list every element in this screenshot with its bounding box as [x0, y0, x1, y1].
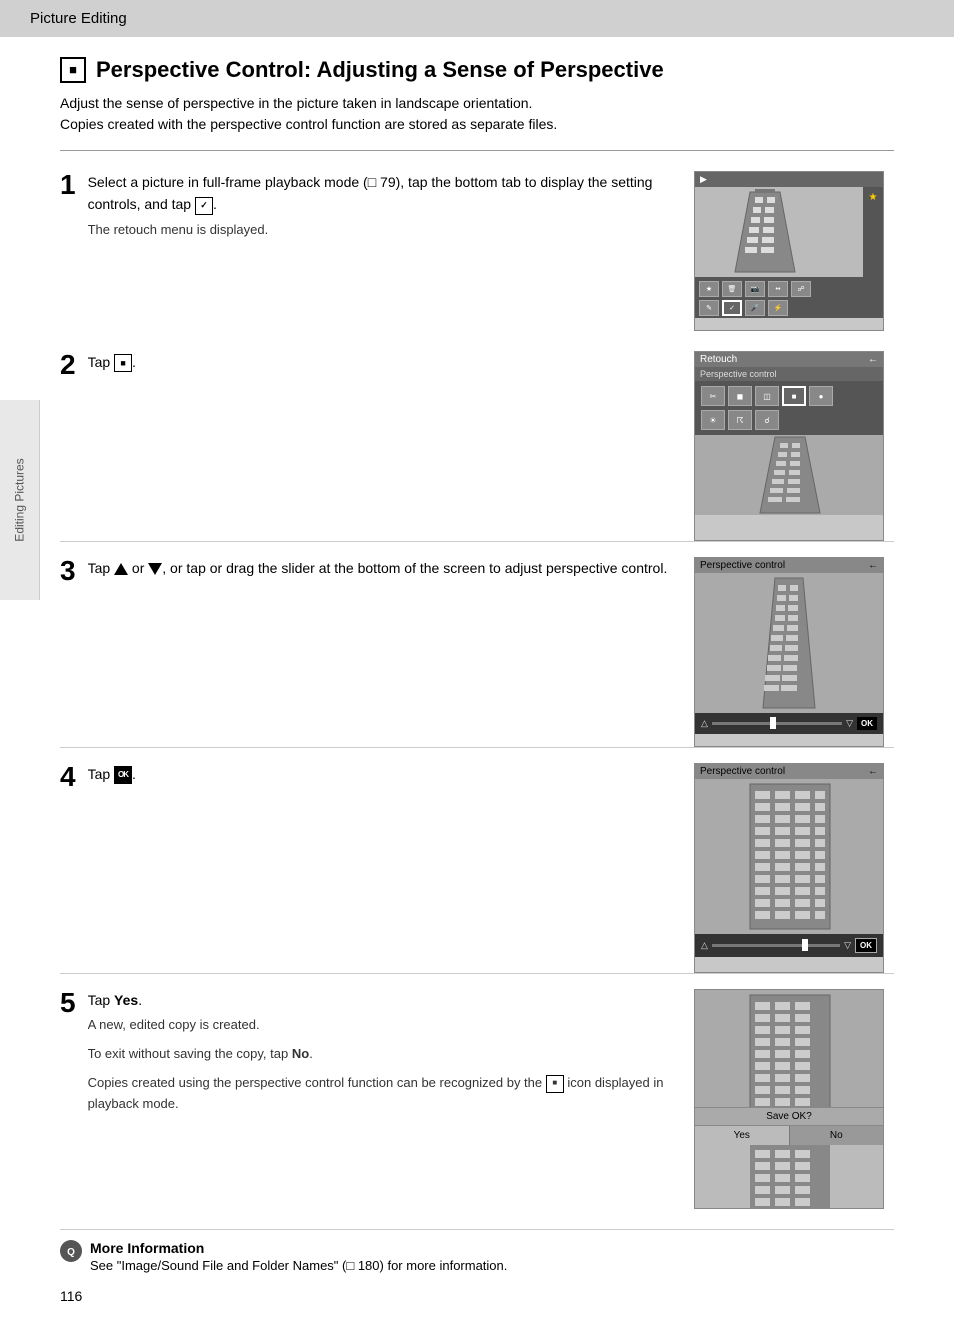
step-4: 4 Tap OK. Perspective control ← — [60, 763, 894, 974]
screen-mock-1: ▶ — [694, 171, 884, 331]
more-info-section: Q More Information See "Image/Sound File… — [60, 1229, 894, 1273]
perspective-icon-inline: ■ — [114, 354, 132, 372]
step-2: 2 Tap ■. Retouch ← Perspective control ✂… — [60, 351, 894, 542]
building-svg-4 — [695, 779, 883, 934]
step-1-content: 1 Select a picture in full-frame playbac… — [60, 171, 674, 241]
step-4-screen: Perspective control ← — [694, 763, 894, 973]
step-3-screen: Perspective control ← — [694, 557, 894, 747]
more-info-title: More Information — [90, 1240, 507, 1256]
page-title: ■ Perspective Control: Adjusting a Sense… — [60, 57, 894, 83]
step-3-content: 3 Tap or , or tap or drag the slider at … — [60, 557, 674, 579]
page-subtitle: Adjust the sense of perspective in the p… — [60, 93, 894, 151]
info-icon: Q — [60, 1240, 82, 1262]
step-5: 5 Tap Yes. A new, edited copy is created… — [60, 989, 894, 1209]
step-3: 3 Tap or , or tap or drag the slider at … — [60, 557, 894, 748]
header-bar: Picture Editing — [0, 0, 954, 37]
check-icon: ✓ — [195, 197, 213, 215]
svg-text:Q: Q — [67, 1247, 75, 1258]
retouch-label: Retouch ← — [695, 352, 883, 367]
step-1: 1 Select a picture in full-frame playbac… — [60, 171, 894, 331]
building-svg-2 — [695, 435, 883, 515]
perspective-icon: ■ — [60, 57, 86, 83]
header-title: Picture Editing — [30, 10, 127, 27]
perspective-icon-small: ■ — [546, 1075, 564, 1093]
building-svg-1 — [695, 187, 835, 277]
step-1-screen: ▶ — [694, 171, 894, 331]
step-5-sub3: Copies created using the perspective con… — [88, 1073, 674, 1115]
triangle-up-icon — [114, 563, 128, 575]
screen-mock-3: Perspective control ← — [694, 557, 884, 747]
step-1-sub: The retouch menu is displayed. — [88, 220, 674, 241]
triangle-down-icon — [148, 563, 162, 575]
screen-mock-2: Retouch ← Perspective control ✂ ◼ ◫ ■ ● … — [694, 351, 884, 541]
building-svg-3 — [695, 573, 883, 713]
step-5-screen: Save OK? Yes No — [694, 989, 894, 1209]
step-5-content: 5 Tap Yes. A new, edited copy is created… — [60, 989, 674, 1115]
more-info-text: See "Image/Sound File and Folder Names" … — [90, 1258, 507, 1273]
perspective-control-label-3: Perspective control ← — [695, 558, 883, 573]
perspective-control-label-4: Perspective control ← — [695, 764, 883, 779]
step-2-content: 2 Tap ■. — [60, 351, 674, 373]
screen-mock-5: Save OK? Yes No — [694, 989, 884, 1209]
side-label: Editing Pictures — [13, 458, 27, 541]
step-4-content: 4 Tap OK. — [60, 763, 674, 785]
ok-icon: OK — [114, 766, 132, 784]
building-bottom-svg — [695, 1145, 883, 1209]
step-5-sub2: To exit without saving the copy, tap No. — [88, 1044, 674, 1065]
page-number: 116 — [60, 1288, 894, 1304]
step-2-screen: Retouch ← Perspective control ✂ ◼ ◫ ■ ● … — [694, 351, 894, 541]
step-5-sub1: A new, edited copy is created. — [88, 1015, 674, 1036]
screen-mock-4: Perspective control ← — [694, 763, 884, 973]
